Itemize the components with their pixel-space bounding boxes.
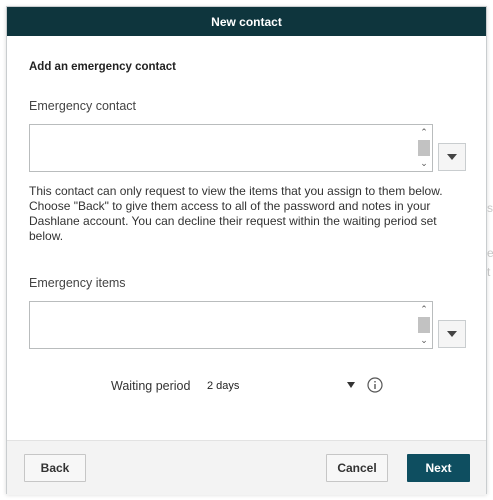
scrollbar-thumb[interactable] [418,140,430,156]
chevron-down-icon [447,331,457,337]
scroll-up-icon[interactable]: ⌃ [416,125,432,140]
dialog-footer: Back Cancel Next [7,440,486,495]
dialog-title: New contact [7,7,486,36]
emergency-items-list[interactable]: ⌃ ⌄ [29,301,433,349]
background-text: e [487,246,493,260]
background-text: t [487,265,491,279]
next-button[interactable]: Next [407,454,470,482]
waiting-period-select[interactable]: 2 days [199,376,359,396]
info-icon[interactable] [367,377,383,393]
emergency-items-scrollbar[interactable]: ⌃ ⌄ [416,302,432,348]
emergency-contact-dropdown-button[interactable] [438,143,466,171]
new-contact-dialog: New contact Add an emergency contact Eme… [6,6,487,495]
caret-down-icon [347,382,355,388]
section-title: Add an emergency contact [29,61,176,73]
back-button[interactable]: Back [24,454,86,482]
scroll-up-icon[interactable]: ⌃ [416,302,432,317]
waiting-period-label: Waiting period [111,379,191,393]
cancel-button[interactable]: Cancel [326,454,388,482]
emergency-contact-scrollbar[interactable]: ⌃ ⌄ [416,125,432,171]
emergency-contact-list[interactable]: ⌃ ⌄ [29,124,433,172]
chevron-down-icon [447,154,457,160]
emergency-items-label: Emergency items [29,276,126,290]
waiting-period-value: 2 days [207,380,240,392]
scrollbar-thumb[interactable] [418,317,430,333]
background-text: s [487,201,493,215]
help-text: This contact can only request to view th… [29,184,443,243]
scroll-down-icon[interactable]: ⌄ [416,333,432,348]
scroll-down-icon[interactable]: ⌄ [416,156,432,171]
emergency-contact-label: Emergency contact [29,99,136,113]
emergency-items-dropdown-button[interactable] [438,320,466,348]
